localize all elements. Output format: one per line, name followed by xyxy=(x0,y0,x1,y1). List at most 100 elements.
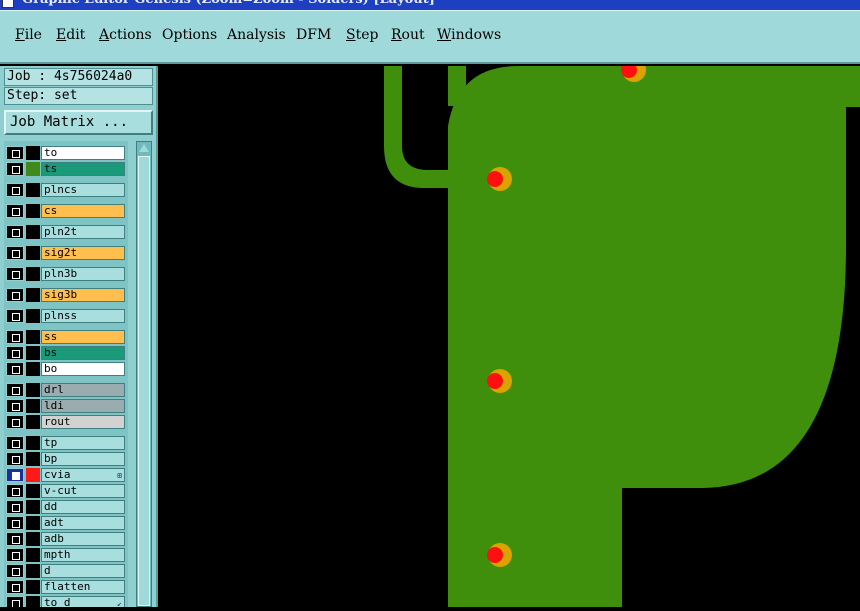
layer-checkbox[interactable] xyxy=(6,484,24,498)
layer-color-swatch[interactable] xyxy=(26,548,40,562)
menu-options[interactable]: Options xyxy=(162,27,217,43)
layer-name[interactable]: flatten xyxy=(41,580,125,594)
menu-actions[interactable]: Actions xyxy=(99,27,152,43)
layer-checkbox[interactable] xyxy=(6,288,24,302)
layer-row-adb[interactable]: adb xyxy=(4,531,128,546)
layer-color-swatch[interactable] xyxy=(26,225,40,239)
menu-step[interactable]: Step xyxy=(346,27,378,43)
layer-color-swatch[interactable] xyxy=(26,468,40,482)
layer-color-swatch[interactable] xyxy=(26,183,40,197)
graphic-canvas[interactable] xyxy=(158,58,860,607)
layer-checkbox[interactable] xyxy=(6,399,24,413)
layer-name[interactable]: ldi xyxy=(41,399,125,413)
layer-row-v-cut[interactable]: v-cut xyxy=(4,483,128,498)
layer-row-plncs[interactable]: plncs xyxy=(4,182,128,197)
layer-checkbox[interactable] xyxy=(6,267,24,281)
layer-row-ldi[interactable]: ldi xyxy=(4,398,128,413)
layer-name[interactable]: to_d ↙ xyxy=(41,596,125,607)
app-icon[interactable] xyxy=(2,0,14,8)
layer-row-bs[interactable]: bs xyxy=(4,345,128,360)
layer-name[interactable]: ts xyxy=(41,162,125,176)
layer-color-swatch[interactable] xyxy=(26,330,40,344)
menu-windows[interactable]: Windows xyxy=(437,27,501,43)
layer-color-swatch[interactable] xyxy=(26,246,40,260)
layer-checkbox[interactable] xyxy=(6,204,24,218)
layer-row-bo[interactable]: bo xyxy=(4,361,128,376)
layer-color-swatch[interactable] xyxy=(26,500,40,514)
layer-row-sig2t[interactable]: sig2t xyxy=(4,245,128,260)
layer-checkbox[interactable] xyxy=(6,548,24,562)
layer-name[interactable]: ss xyxy=(41,330,125,344)
layer-row-pln2t[interactable]: pln2t xyxy=(4,224,128,239)
layer-color-swatch[interactable] xyxy=(26,580,40,594)
layer-name[interactable]: bs xyxy=(41,346,125,360)
layer-checkbox[interactable] xyxy=(6,500,24,514)
layer-name[interactable]: adt xyxy=(41,516,125,530)
layer-row-cvia[interactable]: cvia ⊞ xyxy=(4,467,128,482)
menu-analysis[interactable]: Analysis xyxy=(227,27,286,43)
layer-color-swatch[interactable] xyxy=(26,146,40,160)
layer-name[interactable]: plnss xyxy=(41,309,125,323)
layer-name[interactable]: to xyxy=(41,146,125,160)
layer-name[interactable]: sig3b xyxy=(41,288,125,302)
layer-name[interactable]: pln3b xyxy=(41,267,125,281)
layer-name[interactable]: sig2t xyxy=(41,246,125,260)
layer-checkbox[interactable] xyxy=(6,246,24,260)
menu-rout[interactable]: Rout xyxy=(391,27,425,43)
layer-name[interactable]: drl xyxy=(41,383,125,397)
scrollbar-thumb[interactable] xyxy=(138,156,150,606)
layer-checkbox[interactable] xyxy=(6,162,24,176)
layer-row-to[interactable]: to xyxy=(4,145,128,160)
layer-name[interactable]: cvia ⊞ xyxy=(41,468,125,482)
layer-checkbox[interactable] xyxy=(6,330,24,344)
layer-checkbox[interactable] xyxy=(6,596,24,607)
layer-list-scrollbar[interactable] xyxy=(136,141,152,607)
layer-checkbox[interactable] xyxy=(6,225,24,239)
layer-row-tp[interactable]: tp xyxy=(4,435,128,450)
layer-row-flatten[interactable]: flatten xyxy=(4,579,128,594)
menu-dfm[interactable]: DFM xyxy=(296,27,331,43)
layer-name[interactable]: tp xyxy=(41,436,125,450)
layer-checkbox[interactable] xyxy=(6,564,24,578)
layer-color-swatch[interactable] xyxy=(26,596,40,607)
layer-row-dd[interactable]: dd xyxy=(4,499,128,514)
layer-color-swatch[interactable] xyxy=(26,362,40,376)
layer-name[interactable]: rout xyxy=(41,415,125,429)
layer-checkbox[interactable] xyxy=(6,580,24,594)
layer-name[interactable]: v-cut xyxy=(41,484,125,498)
layer-row-d[interactable]: d xyxy=(4,563,128,578)
layer-row-cs[interactable]: cs xyxy=(4,203,128,218)
layer-name[interactable]: plncs xyxy=(41,183,125,197)
layer-row-ts[interactable]: ts xyxy=(4,161,128,176)
layer-checkbox[interactable] xyxy=(6,309,24,323)
layer-row-drl[interactable]: drl xyxy=(4,382,128,397)
layer-checkbox[interactable] xyxy=(6,415,24,429)
layer-color-swatch[interactable] xyxy=(26,516,40,530)
layer-name[interactable]: mpth xyxy=(41,548,125,562)
layer-color-swatch[interactable] xyxy=(26,346,40,360)
layer-row-adt[interactable]: adt xyxy=(4,515,128,530)
layer-row-sig3b[interactable]: sig3b xyxy=(4,287,128,302)
layer-name[interactable]: bp xyxy=(41,452,125,466)
layer-color-swatch[interactable] xyxy=(26,484,40,498)
layer-name[interactable]: d xyxy=(41,564,125,578)
layer-color-swatch[interactable] xyxy=(26,267,40,281)
layer-color-swatch[interactable] xyxy=(26,452,40,466)
layer-color-swatch[interactable] xyxy=(26,532,40,546)
layer-row-to_d[interactable]: to_d ↙ xyxy=(4,595,128,607)
layer-checkbox[interactable] xyxy=(6,516,24,530)
layer-color-swatch[interactable] xyxy=(26,399,40,413)
layer-row-mpth[interactable]: mpth xyxy=(4,547,128,562)
layer-checkbox[interactable] xyxy=(6,383,24,397)
menu-file[interactable]: File xyxy=(15,27,42,43)
layer-color-swatch[interactable] xyxy=(26,204,40,218)
layer-checkbox[interactable] xyxy=(6,452,24,466)
layer-checkbox[interactable] xyxy=(6,532,24,546)
layer-row-plnss[interactable]: plnss xyxy=(4,308,128,323)
layer-color-swatch[interactable] xyxy=(26,436,40,450)
layer-name[interactable]: cs xyxy=(41,204,125,218)
layer-row-pln3b[interactable]: pln3b xyxy=(4,266,128,281)
layer-name[interactable]: pln2t xyxy=(41,225,125,239)
layer-color-swatch[interactable] xyxy=(26,288,40,302)
layer-checkbox[interactable] xyxy=(6,183,24,197)
